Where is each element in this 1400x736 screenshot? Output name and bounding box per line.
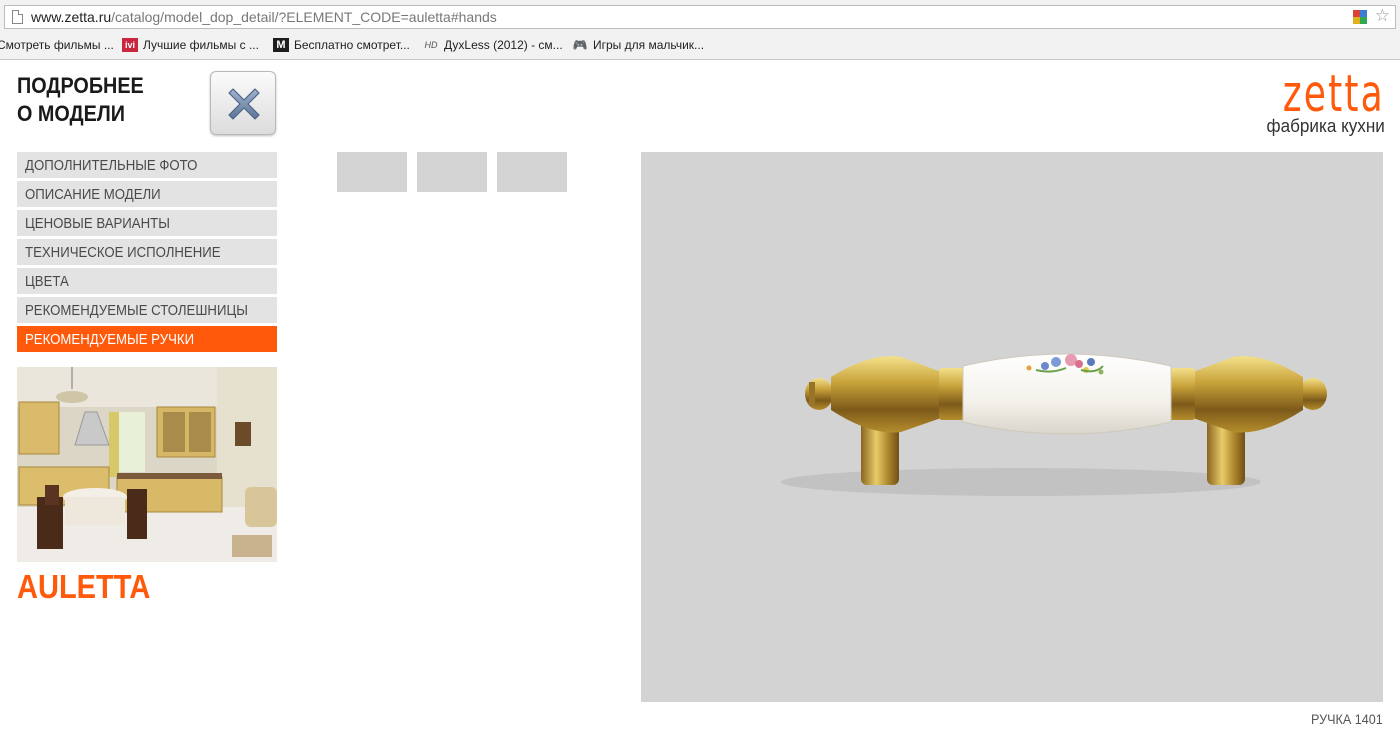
menu-item-colors[interactable]: ЦВЕТА xyxy=(17,268,277,294)
hd-icon: HD xyxy=(424,40,438,50)
menu-item-label: ДОПОЛНИТЕЛЬНЫЕ ФОТО xyxy=(25,157,198,174)
ivi-icon: ivi xyxy=(122,38,138,52)
bookmark-star-icon[interactable]: ☆ xyxy=(1375,6,1390,26)
url-host: www.zetta.ru xyxy=(31,9,112,25)
url-path: /catalog/model_dop_detail/?ELEMENT_CODE=… xyxy=(111,9,497,25)
bookmark-label: Смотреть фильмы ... xyxy=(0,38,114,52)
menu-item-countertops[interactable]: РЕКОМЕНДУЕМЫЕ СТОЛЕШНИЦЫ xyxy=(17,297,277,323)
m-icon: M xyxy=(273,38,289,52)
page-icon xyxy=(12,10,23,24)
extension-icon[interactable] xyxy=(1353,10,1367,24)
gamepad-icon: 🎮 xyxy=(572,38,588,52)
bookmark-label: Бесплатно смотрет... xyxy=(294,38,410,52)
page-title: ПОДРОБНЕЕ О МОДЕЛИ xyxy=(17,72,144,128)
thumbnail[interactable] xyxy=(497,152,567,192)
thumbnail[interactable] xyxy=(417,152,487,192)
bookmark-item[interactable]: M Бесплатно смотрет... xyxy=(273,38,410,52)
thumbnail[interactable] xyxy=(337,152,407,192)
menu-item-technical[interactable]: ТЕХНИЧЕСКОЕ ИСПОЛНЕНИЕ xyxy=(17,239,277,265)
menu-item-handles[interactable]: РЕКОМЕНДУЕМЫЕ РУЧКИ xyxy=(17,326,277,352)
menu-item-label: ЦВЕТА xyxy=(25,273,69,290)
menu-item-label: РЕКОМЕНДУЕМЫЕ СТОЛЕШНИЦЫ xyxy=(25,302,248,319)
menu-item-price-options[interactable]: ЦЕНОВЫЕ ВАРИАНТЫ xyxy=(17,210,277,236)
close-icon xyxy=(228,88,260,120)
handle-image xyxy=(781,353,1327,496)
bookmark-label: ДухLess (2012) - см... xyxy=(444,38,563,52)
bookmark-label: Игры для мальчик... xyxy=(593,38,705,52)
url-field[interactable]: www.zetta.ru/catalog/model_dop_detail/?E… xyxy=(4,5,1396,29)
page-title-line2: О МОДЕЛИ xyxy=(17,101,125,126)
bookmark-item[interactable]: Смотреть фильмы ... xyxy=(0,38,114,52)
menu-item-model-description[interactable]: ОПИСАНИЕ МОДЕЛИ xyxy=(17,181,277,207)
kitchen-image xyxy=(17,367,277,562)
close-button[interactable] xyxy=(210,71,276,135)
model-photo[interactable] xyxy=(17,367,277,562)
menu-item-label: ОПИСАНИЕ МОДЕЛИ xyxy=(25,186,161,203)
menu-item-label: ЦЕНОВЫЕ ВАРИАНТЫ xyxy=(25,215,170,232)
bookmarks-bar: Смотреть фильмы ... ivi Лучшие фильмы с … xyxy=(0,34,1400,60)
page-title-line1: ПОДРОБНЕЕ xyxy=(17,73,144,98)
model-menu: ДОПОЛНИТЕЛЬНЫЕ ФОТО ОПИСАНИЕ МОДЕЛИ ЦЕНО… xyxy=(17,152,277,355)
address-bar: www.zetta.ru/catalog/model_dop_detail/?E… xyxy=(0,0,1400,34)
bookmark-item[interactable]: HD ДухLess (2012) - см... xyxy=(423,38,563,52)
menu-item-extra-photos[interactable]: ДОПОЛНИТЕЛЬНЫЕ ФОТО xyxy=(17,152,277,178)
product-caption: РУЧКА 1401 xyxy=(1311,711,1383,727)
model-name: AULETTA xyxy=(17,568,151,605)
logo[interactable]: zetta фабрика кухни xyxy=(1243,68,1385,137)
url-text[interactable]: www.zetta.ru/catalog/model_dop_detail/?E… xyxy=(31,9,497,25)
product-image-viewer xyxy=(641,152,1383,702)
bookmark-label: Лучшие фильмы с ... xyxy=(143,38,259,52)
bookmark-item[interactable]: 🎮 Игры для мальчик... xyxy=(572,38,705,52)
menu-item-label: ТЕХНИЧЕСКОЕ ИСПОЛНЕНИЕ xyxy=(25,244,221,261)
bookmark-item[interactable]: ivi Лучшие фильмы с ... xyxy=(122,38,259,52)
menu-item-label: РЕКОМЕНДУЕМЫЕ РУЧКИ xyxy=(25,331,195,348)
logo-subtitle: фабрика кухни xyxy=(1266,116,1385,136)
logo-wordmark: zetta xyxy=(1282,63,1385,124)
